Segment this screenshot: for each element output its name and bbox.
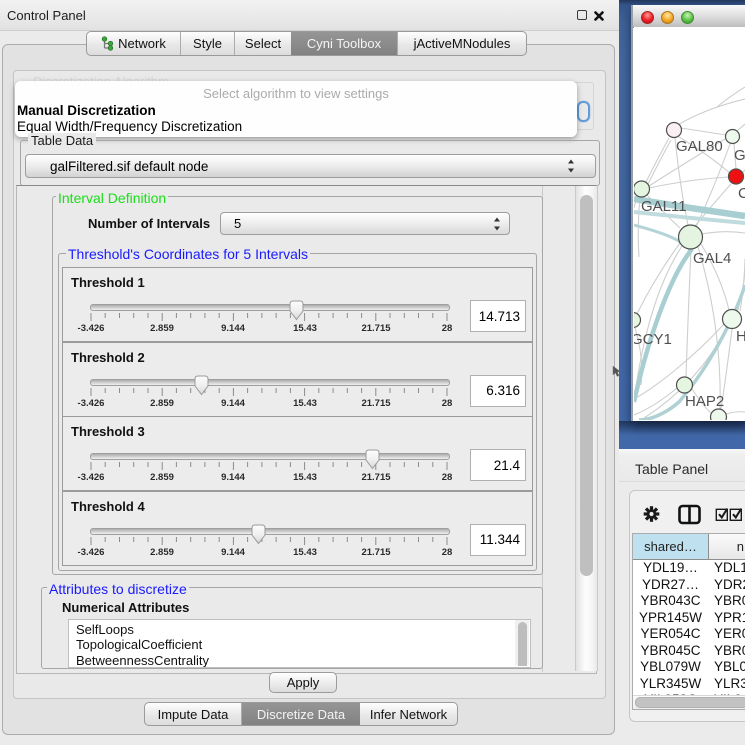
svg-text:H: H — [736, 328, 745, 345]
svg-text:GAL4: GAL4 — [693, 250, 731, 267]
svg-text:C: C — [738, 185, 745, 202]
svg-text:GAL11: GAL11 — [641, 198, 687, 215]
svg-text:GA: GA — [734, 147, 745, 164]
svg-text:HAP2: HAP2 — [685, 393, 724, 410]
svg-text:GCY1: GCY1 — [634, 331, 672, 348]
svg-text:GAL80: GAL80 — [676, 138, 723, 155]
